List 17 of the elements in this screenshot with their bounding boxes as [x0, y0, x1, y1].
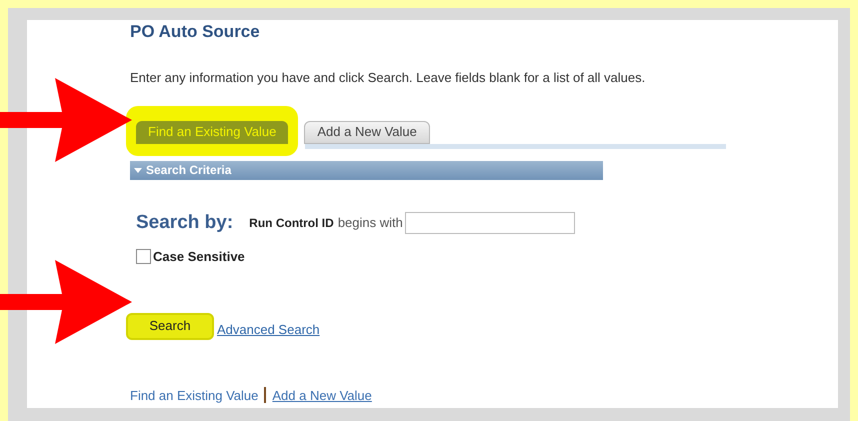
- tab[interactable]: Find an Existing Value: [136, 120, 288, 144]
- checkbox[interactable]: [136, 249, 151, 264]
- page-title: PO Auto Source: [130, 22, 261, 42]
- instructions: Enter any information you have and click Search. Leave fields blank for a list of all values.: [130, 69, 646, 87]
- field-label: Run Control ID: [249, 214, 334, 232]
- operator-label: begins with: [338, 214, 403, 232]
- section-title: Search Criteria: [146, 162, 232, 179]
- checkbox-label: Case Sensitive: [153, 248, 245, 266]
- footer-link[interactable]: Add a New Value: [272, 386, 372, 405]
- collapse-icon: [134, 168, 142, 172]
- search-button[interactable]: Search: [126, 312, 214, 340]
- search-field[interactable]: [404, 212, 575, 234]
- search-by-label: Search by:: [136, 210, 234, 234]
- section-header[interactable]: Search Criteria: [130, 160, 603, 180]
- tab[interactable]: Add a New Value: [304, 120, 430, 144]
- footer-link[interactable]: Find an Existing Value: [130, 386, 258, 405]
- advanced-search-link[interactable]: Advanced Search: [217, 320, 320, 340]
